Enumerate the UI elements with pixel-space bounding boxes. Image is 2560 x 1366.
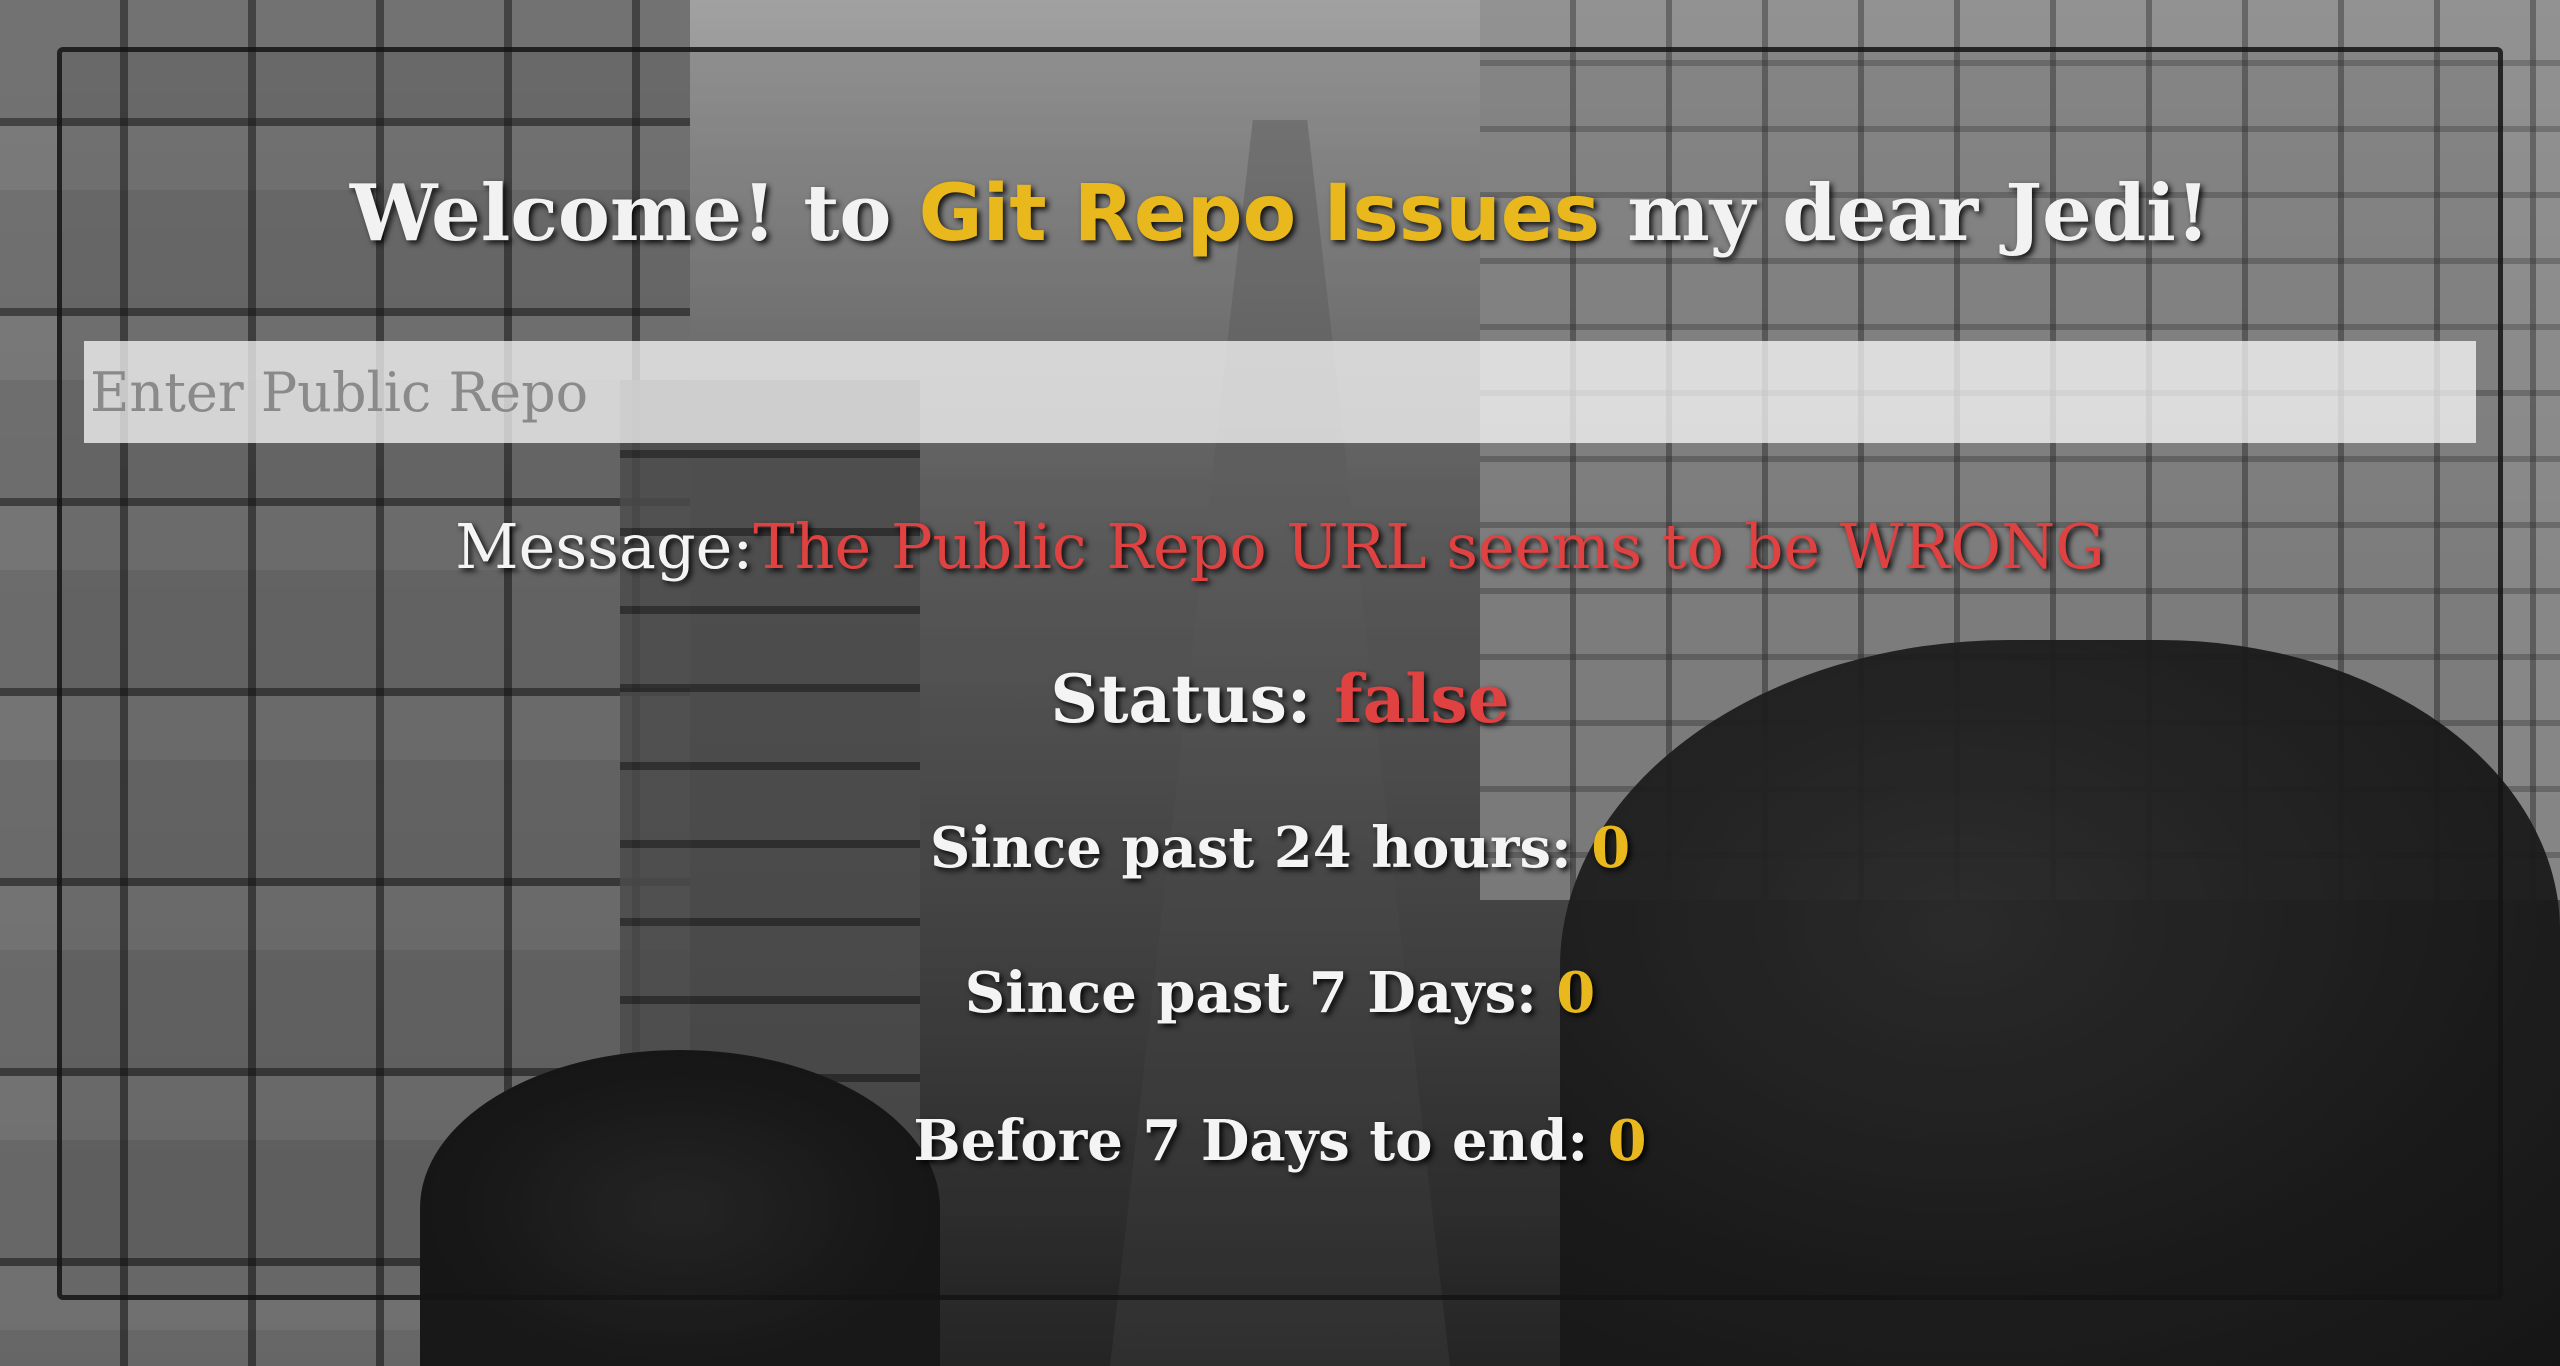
- title-suffix: my dear Jedi!: [1600, 168, 2211, 259]
- repo-url-input[interactable]: [84, 341, 2476, 443]
- page-title: Welcome! to Git Repo Issues my dear Jedi…: [0, 168, 2560, 259]
- stat-before-7d: Before 7 Days to end: 0: [0, 1108, 2560, 1174]
- status-label: Status:: [1050, 660, 1335, 738]
- message-label: Message:: [455, 510, 754, 583]
- title-prefix: Welcome! to: [349, 168, 919, 259]
- message-text: The Public Repo URL seems to be WRONG: [753, 510, 2105, 583]
- stat-past-24h: Since past 24 hours: 0: [0, 815, 2560, 881]
- message-line: Message:The Public Repo URL seems to be …: [0, 510, 2560, 583]
- stat-past-24h-label: Since past 24 hours:: [929, 815, 1592, 881]
- stat-past-7d-label: Since past 7 Days:: [964, 960, 1557, 1026]
- stat-past-7d: Since past 7 Days: 0: [0, 960, 2560, 1026]
- status-line: Status: false: [0, 660, 2560, 738]
- status-value: false: [1334, 660, 1510, 738]
- stat-past-24h-value: 0: [1591, 815, 1631, 881]
- title-app-name: Git Repo Issues: [918, 169, 1601, 259]
- stat-before-7d-value: 0: [1607, 1108, 1647, 1174]
- stat-before-7d-label: Before 7 Days to end:: [913, 1108, 1608, 1174]
- page: Welcome! to Git Repo Issues my dear Jedi…: [0, 0, 2560, 1366]
- stat-past-7d-value: 0: [1556, 960, 1596, 1026]
